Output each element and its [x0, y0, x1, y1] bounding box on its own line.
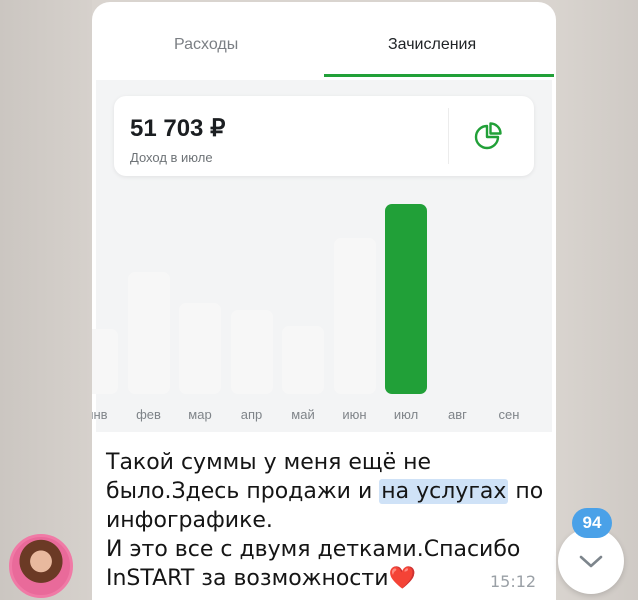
card-divider: [448, 108, 449, 164]
message-line-3: инфографике.: [106, 508, 273, 533]
message-bubble[interactable]: Расходы Зачисления 51 703 ₽ Доход в июле…: [92, 2, 556, 600]
chart-month-label: мар: [188, 407, 212, 422]
unread-count-badge[interactable]: 94: [572, 508, 612, 538]
message-line-4: И это все с двумя детками.Спасибо: [106, 537, 521, 562]
message-line-2a: было.Здесь продажи и: [106, 479, 380, 504]
chart-bar-6: [333, 238, 376, 394]
chart-month-label: апр: [240, 407, 263, 422]
tab-income: Зачисления: [388, 36, 477, 53]
active-tab-indicator: [324, 74, 554, 77]
sender-avatar[interactable]: [9, 534, 73, 598]
chart-bar-2: [127, 272, 170, 394]
income-panel: 51 703 ₽ Доход в июле янв фев мар апр май июн…: [92, 80, 552, 432]
chart-bar-5: [282, 325, 324, 394]
chart-bar-1: [92, 329, 118, 394]
income-bar-chart: янв фев мар апр май июн июл авг сен: [92, 180, 552, 432]
message-text: Такой суммы у меня ещё не было.Здесь про…: [106, 448, 546, 593]
heart-emoji-icon: ❤️: [388, 566, 416, 591]
chart-month-label: июл: [393, 407, 419, 422]
chart-bar-7: [385, 204, 427, 394]
income-caption: Доход в июле: [130, 150, 213, 165]
income-amount: 51 703 ₽: [130, 115, 226, 142]
pie-chart-icon: [474, 122, 502, 150]
message-timestamp: 15:12: [490, 572, 537, 591]
highlighted-text: на услугах: [379, 479, 509, 504]
chart-month-label: май: [291, 407, 315, 422]
tab-expenses: Расходы: [174, 36, 239, 53]
chart-bar-4: [230, 310, 273, 394]
chart-month-label: авг: [448, 407, 467, 422]
chart-month-label: фев: [136, 407, 161, 422]
chat-background-left: [0, 0, 92, 600]
chevron-down-icon: [579, 555, 603, 568]
message-line-1: Такой суммы у меня ещё не: [106, 450, 432, 475]
chart-bar-3: [179, 302, 221, 394]
tab-bar: Расходы Зачисления: [92, 2, 556, 80]
income-summary-card: 51 703 ₽ Доход в июле: [114, 96, 534, 176]
chart-month-label: июн: [342, 407, 367, 422]
chart-month-label: сен: [498, 407, 520, 422]
message-line-2c: по: [508, 479, 544, 504]
message-line-5: InSTART за возможности: [106, 566, 389, 591]
chart-month-label: янв: [92, 407, 108, 422]
